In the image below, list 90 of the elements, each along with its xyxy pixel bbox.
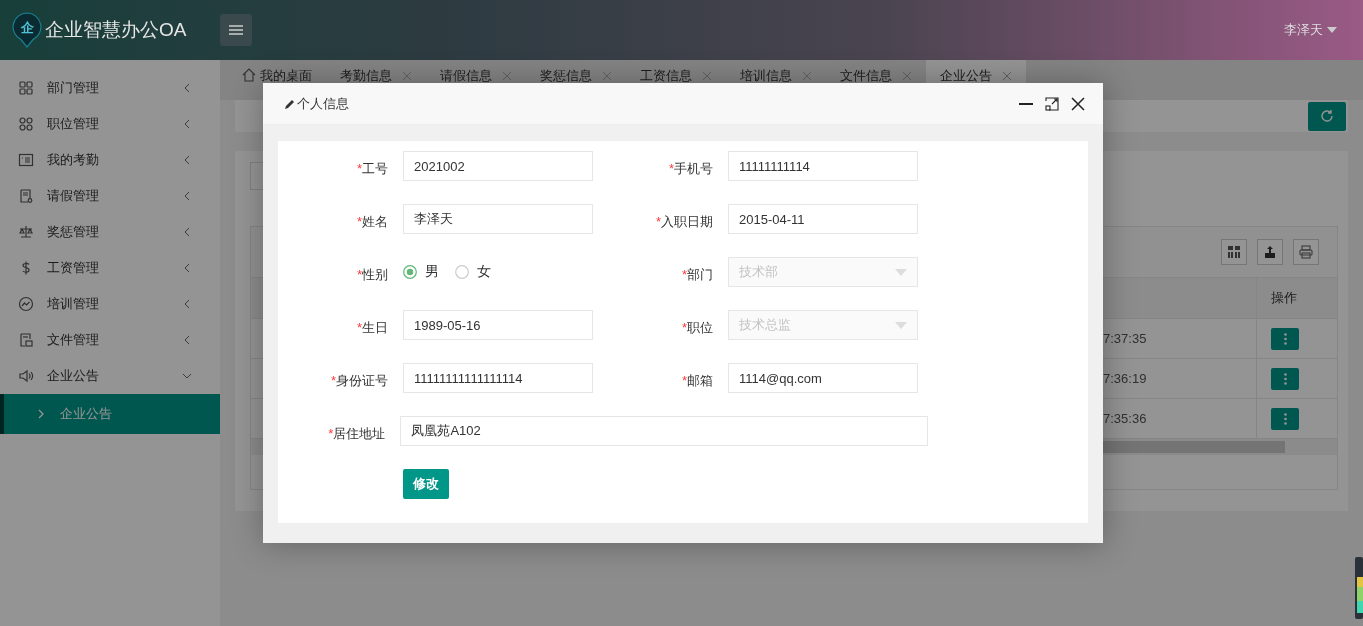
app-title: 企业智慧办公OA bbox=[45, 18, 188, 42]
tab[interactable]: 请假信息 bbox=[426, 60, 526, 100]
close-icon[interactable] bbox=[902, 71, 912, 81]
close-icon[interactable] bbox=[602, 71, 612, 81]
field-label: *手机号 bbox=[667, 160, 713, 178]
close-icon bbox=[1071, 96, 1085, 111]
text-field[interactable]: 2021002 bbox=[403, 151, 593, 181]
home-icon bbox=[242, 68, 256, 82]
field-label: *职位 bbox=[680, 319, 713, 337]
sidebar-subitem[interactable]: 企业公告 bbox=[0, 394, 220, 434]
text-field[interactable]: 李泽天 bbox=[403, 204, 593, 234]
columns-icon bbox=[1228, 246, 1240, 258]
table-cell: 7:35:36 bbox=[1103, 411, 1147, 426]
chevron-down-icon bbox=[182, 371, 192, 381]
close-icon[interactable] bbox=[402, 71, 412, 81]
field-label: *工号 bbox=[355, 160, 388, 178]
chevron-left-icon bbox=[182, 263, 192, 273]
chevron-right-icon bbox=[37, 409, 45, 419]
close-button[interactable] bbox=[1071, 96, 1085, 111]
sidebar-item[interactable]: 职位管理 bbox=[0, 106, 220, 142]
chevron-left-icon bbox=[182, 191, 192, 201]
field-label: *姓名 bbox=[355, 213, 388, 231]
print-icon bbox=[1299, 245, 1313, 259]
text-field[interactable]: 1989-05-16 bbox=[403, 310, 593, 340]
field-label: *入职日期 bbox=[654, 213, 713, 231]
chevron-left-icon bbox=[182, 335, 192, 345]
pencil-icon bbox=[285, 98, 295, 109]
radio-option[interactable]: 女 bbox=[455, 263, 491, 281]
close-icon[interactable] bbox=[502, 71, 512, 81]
sidebar-item[interactable]: 培训管理 bbox=[0, 286, 220, 322]
dialog-title: 个人信息 bbox=[297, 94, 349, 113]
text-field[interactable]: 凤凰苑A102 bbox=[400, 416, 928, 446]
more-icon bbox=[1283, 372, 1287, 385]
maximize-icon bbox=[1045, 96, 1059, 111]
minimize-icon bbox=[1019, 102, 1033, 105]
field-label: *邮箱 bbox=[680, 372, 713, 390]
user-menu[interactable]: 李泽天 bbox=[1278, 20, 1343, 40]
logo-icon: 企 bbox=[12, 12, 42, 48]
more-icon bbox=[1283, 332, 1287, 345]
submit-button[interactable]: 修改 bbox=[403, 469, 449, 499]
chevron-left-icon bbox=[182, 299, 192, 309]
caret-icon bbox=[895, 268, 907, 276]
text-field[interactable]: 1114@qq.com bbox=[728, 363, 918, 393]
field-label: *身份证号 bbox=[329, 372, 388, 390]
field-label: *生日 bbox=[355, 319, 388, 337]
menu-button[interactable] bbox=[220, 14, 252, 46]
tab[interactable]: 奖惩信息 bbox=[526, 60, 626, 100]
chevron-left-icon bbox=[182, 155, 192, 165]
close-icon[interactable] bbox=[1002, 71, 1012, 81]
chevron-left-icon bbox=[182, 227, 192, 237]
radio-option[interactable]: 男 bbox=[403, 263, 439, 281]
field-label: *部门 bbox=[680, 266, 713, 284]
close-icon[interactable] bbox=[702, 71, 712, 81]
sidebar-item[interactable]: 我的考勤 bbox=[0, 142, 220, 178]
radio-icon bbox=[455, 265, 469, 279]
level-meter-icon bbox=[1355, 557, 1363, 619]
field-label: *性别 bbox=[355, 266, 388, 284]
export-icon bbox=[1264, 246, 1276, 258]
tab[interactable]: 工资信息 bbox=[626, 60, 726, 100]
refresh-button[interactable] bbox=[1308, 101, 1346, 131]
text-field[interactable]: 2015-04-11 bbox=[728, 204, 918, 234]
more-button[interactable] bbox=[1271, 407, 1299, 430]
table-cell: 7:36:19 bbox=[1103, 371, 1147, 386]
columns-button[interactable] bbox=[1221, 239, 1247, 265]
sidebar-item[interactable]: 企业公告 bbox=[0, 358, 220, 394]
table-cell: 7:37:35 bbox=[1103, 331, 1147, 346]
print-button[interactable] bbox=[1293, 239, 1319, 265]
caret-icon bbox=[1327, 27, 1337, 33]
sidebar-item[interactable]: 部门管理 bbox=[0, 70, 220, 106]
refresh-icon bbox=[1320, 109, 1334, 123]
close-icon[interactable] bbox=[802, 71, 812, 81]
more-icon bbox=[1283, 412, 1287, 425]
sidebar-item[interactable]: 奖惩管理 bbox=[0, 214, 220, 250]
field-label: *居住地址 bbox=[327, 425, 386, 443]
maximize-button[interactable] bbox=[1045, 96, 1059, 111]
tab[interactable]: 培训信息 bbox=[726, 60, 826, 100]
export-button[interactable] bbox=[1257, 239, 1283, 265]
chevron-left-icon bbox=[182, 83, 192, 93]
chevron-left-icon bbox=[182, 119, 192, 129]
text-field[interactable]: 11111111114 bbox=[728, 151, 918, 181]
more-button[interactable] bbox=[1271, 327, 1299, 350]
column-header: 操作 bbox=[1271, 289, 1297, 307]
sidebar-item[interactable]: 请假管理 bbox=[0, 178, 220, 214]
radio-icon bbox=[403, 265, 417, 279]
caret-icon bbox=[895, 321, 907, 329]
more-button[interactable] bbox=[1271, 367, 1299, 390]
sidebar-item[interactable]: 工资管理 bbox=[0, 250, 220, 286]
text-field[interactable]: 11111111111111114 bbox=[403, 363, 593, 393]
tab[interactable]: 文件信息 bbox=[826, 60, 926, 100]
sidebar-item[interactable]: 文件管理 bbox=[0, 322, 220, 358]
